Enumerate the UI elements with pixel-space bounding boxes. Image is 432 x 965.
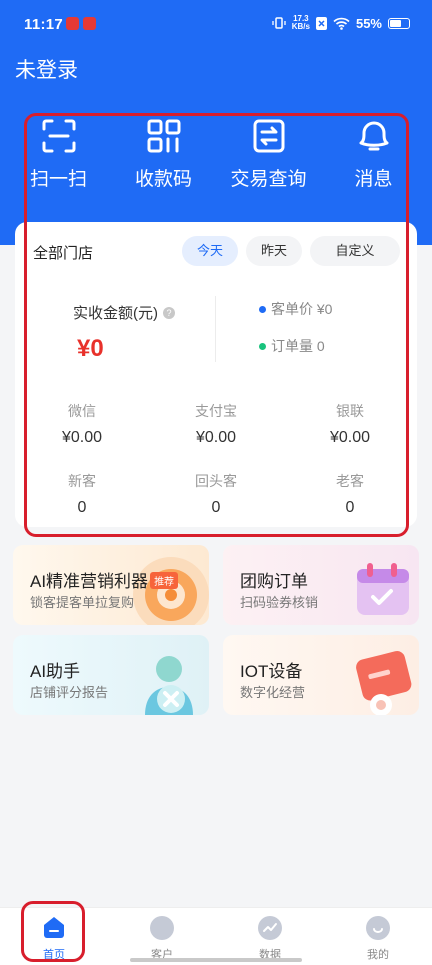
tab-profile[interactable]: 我的 (324, 908, 432, 965)
data-chart-icon (258, 916, 282, 940)
app-notification-icon (66, 17, 79, 30)
tile-ai-assistant-title: AI助手 (30, 662, 81, 681)
tile-iot-devices-subtitle: 数字化经营 (240, 685, 306, 700)
wifi-icon (333, 17, 350, 30)
tab-data[interactable]: 数据 (216, 908, 324, 965)
status-time: 11:17 (24, 16, 64, 33)
vibrate-icon (272, 17, 286, 29)
login-status[interactable]: 未登录 (15, 54, 78, 84)
tile-ai-assistant-subtitle: 店铺评分报告 (30, 685, 109, 700)
highlight-box-main (24, 113, 409, 537)
assistant-avatar-icon (145, 656, 193, 715)
tile-group-orders-subtitle: 扫码验券核销 (240, 595, 319, 610)
tile-group-orders-title: 团购订单 (240, 572, 308, 591)
tile-ai-assistant[interactable]: AI助手 店铺评分报告 (13, 635, 209, 715)
tab-profile-label: 我的 (367, 949, 389, 961)
tile-ai-marketing[interactable]: AI精准营销利器 推荐 锁客提客单拉复购 (13, 545, 209, 625)
recommend-badge: 推荐 (150, 572, 179, 590)
device-icon (356, 651, 412, 715)
status-bar: 11:17 17.3 KB/s 55% (0, 0, 432, 52)
app-notification-icon-2 (83, 17, 96, 30)
customer-icon (150, 916, 174, 940)
battery-percent: 55% (355, 15, 382, 31)
highlight-box-home-tab (21, 901, 85, 962)
sim-icon (315, 16, 327, 30)
tile-ai-marketing-subtitle: 锁客提客单拉复购 (30, 595, 135, 610)
calendar-check-icon (357, 563, 409, 615)
tile-iot-devices-title: IOT设备 (240, 662, 303, 681)
profile-icon (366, 916, 390, 940)
tab-customers[interactable]: 客户 (108, 908, 216, 965)
gesture-bar (130, 958, 302, 962)
tile-ai-marketing-title: AI精准营销利器 推荐 (30, 567, 179, 592)
network-speed: 17.3 KB/s (291, 14, 310, 31)
battery-icon (388, 17, 410, 29)
tile-iot-devices[interactable]: IOT设备 数字化经营 (223, 635, 419, 715)
tile-group-orders[interactable]: 团购订单 扫码验券核销 (223, 545, 419, 625)
